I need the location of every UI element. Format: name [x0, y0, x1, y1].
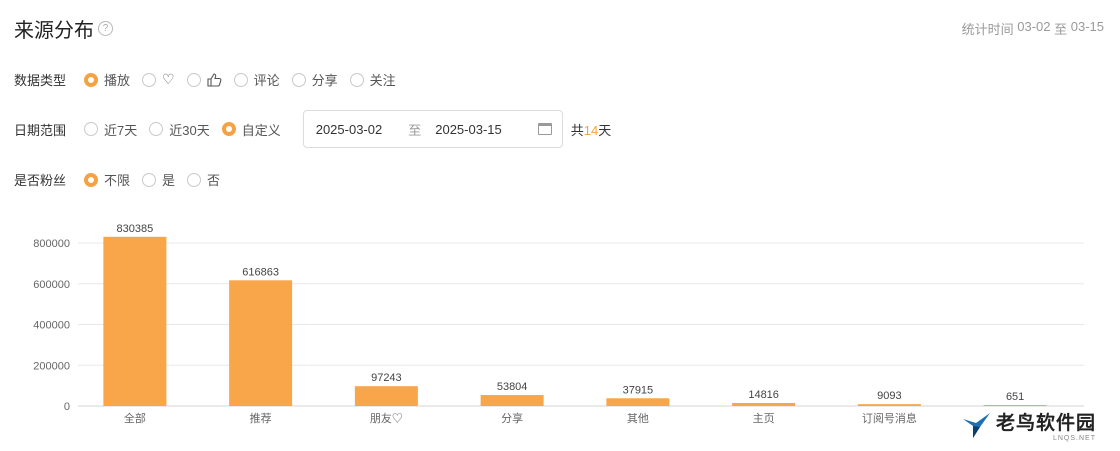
end-date-input[interactable]: 2025-03-15 [435, 122, 502, 137]
bar-value-label: 651 [1006, 391, 1024, 403]
date-range-label: 日期范围 [14, 122, 67, 138]
data-type-row: 数据类型 播放 ♡ 评论 分享 关注 [14, 70, 408, 89]
radio-dot[interactable] [291, 72, 306, 87]
bar-value-label: 53804 [497, 381, 528, 393]
x-tick-label: 主页 [753, 412, 775, 425]
thumbs-up-icon [207, 72, 221, 87]
stat-time-end: 03-15 [1070, 19, 1104, 34]
radio-like[interactable]: ♡ [142, 71, 175, 88]
start-date-input[interactable]: 2025-03-02 [316, 122, 383, 137]
bar-value-label: 14816 [748, 389, 779, 401]
bar [354, 386, 418, 406]
y-tick-label: 400000 [33, 320, 70, 332]
bar-value-label: 830385 [117, 223, 154, 235]
radio-dot[interactable] [84, 72, 98, 87]
radio-dot[interactable] [186, 72, 201, 87]
radio-share[interactable]: 分享 [291, 70, 338, 89]
radio-dot[interactable] [84, 122, 98, 136]
radio-comment[interactable]: 评论 [233, 70, 280, 89]
radio-follow[interactable]: 关注 [349, 70, 396, 89]
y-tick-label: 800000 [33, 238, 70, 250]
x-tick-label: 全部 [124, 411, 146, 425]
bird-logo-icon [962, 413, 990, 438]
radio-dot[interactable] [233, 72, 248, 87]
radio-dot[interactable] [149, 122, 164, 136]
watermark-text: 老鸟软件园 [995, 413, 1096, 434]
is-fan-row: 是否粉丝 不限 是 否 [14, 170, 232, 189]
radio-dot[interactable] [349, 72, 364, 87]
bar-value-label: 97243 [371, 372, 402, 384]
stat-time: 统计时间 03-02 至 03-15 [962, 19, 1104, 38]
radio-custom[interactable]: 自定义 [221, 120, 281, 139]
bar [229, 280, 293, 406]
radio-fan-no[interactable]: 否 [187, 170, 220, 189]
source-bar-chart: 0 200000 400000 600000 800000 830385 全部 616863 推… [33, 223, 1084, 425]
calendar-icon[interactable] [537, 123, 552, 135]
date-separator: 至 [408, 122, 422, 138]
x-tick-label: 朋友♡ [370, 411, 403, 425]
radio-dot[interactable] [142, 172, 157, 187]
stat-time-label: 统计时间 [961, 22, 1014, 37]
stat-time-start: 03-02 [1017, 19, 1051, 34]
radio-dot[interactable] [84, 172, 98, 187]
date-range-picker[interactable]: 2025-03-02 至 2025-03-15 [302, 110, 563, 148]
x-tick-label: 订阅号消息 [862, 411, 917, 425]
radio-dot[interactable] [142, 72, 157, 87]
x-tick-label: 分享 [501, 411, 523, 425]
date-range-row: 日期范围 近7天 近30天 自定义 2025-03-02 至 2025-03-1… [14, 110, 611, 148]
radio-thumbs-up[interactable] [186, 72, 222, 87]
x-tick-label: 推荐 [250, 411, 272, 425]
watermark: 老鸟软件园 LNQS.NET [962, 408, 1096, 442]
radio-30-days[interactable]: 近30天 [149, 120, 210, 139]
heart-icon: ♡ [162, 71, 175, 87]
bar [983, 405, 1047, 406]
radio-dot[interactable] [187, 172, 202, 187]
header: 来源分布 ? [14, 14, 113, 43]
y-tick-label: 0 [64, 401, 70, 413]
bar-value-label: 616863 [242, 266, 279, 278]
radio-play[interactable]: 播放 [84, 70, 130, 89]
bar-value-label: 37915 [623, 384, 654, 396]
watermark-sub: LNQS.NET [1052, 435, 1096, 442]
data-type-label: 数据类型 [14, 73, 67, 88]
radio-dot[interactable] [221, 122, 236, 136]
bar-value-label: 9093 [877, 390, 901, 402]
x-tick-label: 其他 [627, 412, 649, 425]
stat-time-sep: 至 [1054, 22, 1068, 37]
y-tick-label: 200000 [33, 360, 70, 372]
total-days: 共14天 [570, 122, 612, 138]
y-tick-label: 600000 [33, 279, 70, 291]
is-fan-label: 是否粉丝 [14, 173, 67, 188]
radio-7-days[interactable]: 近7天 [84, 120, 137, 139]
bar [480, 395, 544, 406]
bar [606, 398, 670, 406]
page-title: 来源分布 [14, 20, 94, 42]
radio-fan-any[interactable]: 不限 [84, 170, 130, 189]
radio-fan-yes[interactable]: 是 [142, 170, 175, 189]
bar [857, 404, 921, 406]
bar [732, 402, 796, 406]
bar [103, 236, 167, 406]
help-icon[interactable]: ? [98, 21, 113, 36]
